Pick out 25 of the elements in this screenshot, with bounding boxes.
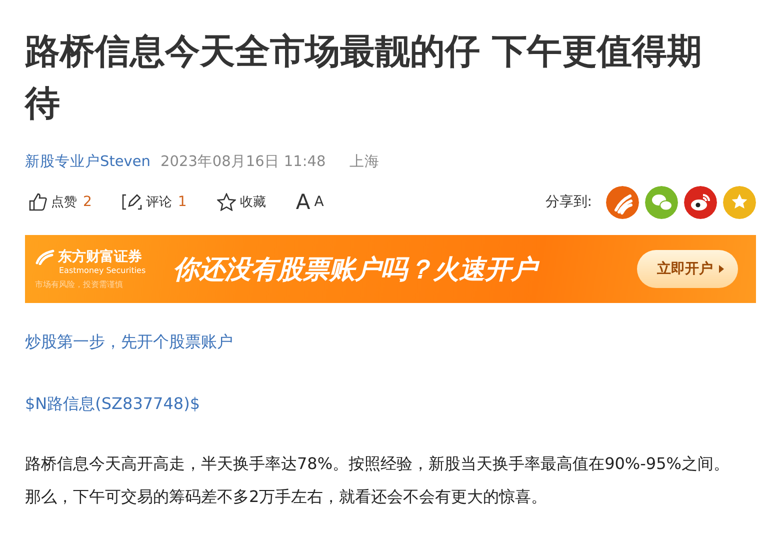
risk-notice: 市场有风险，投资需谨慎 <box>35 279 124 290</box>
edit-icon <box>122 193 142 211</box>
font-size-button[interactable]: A A <box>296 190 324 214</box>
thumbs-up-icon <box>29 193 47 211</box>
like-button[interactable]: 点赞 2 <box>29 193 92 211</box>
article-paragraph: 路桥信息今天高开高走，半天换手率达78%。按照经验，新股当天换手率最高值在90%-95%之间。那么，下午可交易的筹码差不多2万手左右，就看还会不会有更大的惊喜。 <box>25 453 730 508</box>
article-link[interactable]: 炒股第一步，先开个股票账户 <box>25 327 743 357</box>
share-label: 分享到: <box>545 193 592 211</box>
ad-banner[interactable]: 东方财富证券 Eastmoney Securities 市场有风险，投资需谨慎 你还没有股票账户吗？火速开户 立即开户 <box>25 235 756 303</box>
author-link[interactable]: 新股专业户Steven <box>25 152 151 171</box>
open-account-button[interactable]: 立即开户 <box>637 250 738 288</box>
article-title: 路桥信息今天全市场最靓的仔 下午更值得期待 <box>25 31 704 126</box>
comment-button[interactable]: 评论 1 <box>122 193 187 211</box>
share-weibo-icon[interactable] <box>684 186 717 218</box>
brand-subtitle: Eastmoney Securities <box>59 266 147 275</box>
share-feather-icon[interactable] <box>606 186 639 218</box>
logo-icon <box>35 249 55 265</box>
favorite-button[interactable]: 收藏 <box>216 193 266 211</box>
publish-time: 2023年08月16日 11:48 <box>160 153 326 171</box>
share-chat-bubbles-icon[interactable] <box>645 186 678 218</box>
ad-slogan: 你还没有股票账户吗？火速开户 <box>173 252 637 286</box>
brand-name: 东方财富证券 <box>58 248 142 266</box>
star-icon <box>216 193 236 211</box>
article-link[interactable]: $N路信息(SZ837748)$ <box>25 389 743 419</box>
location-text: 上海 <box>350 153 380 171</box>
